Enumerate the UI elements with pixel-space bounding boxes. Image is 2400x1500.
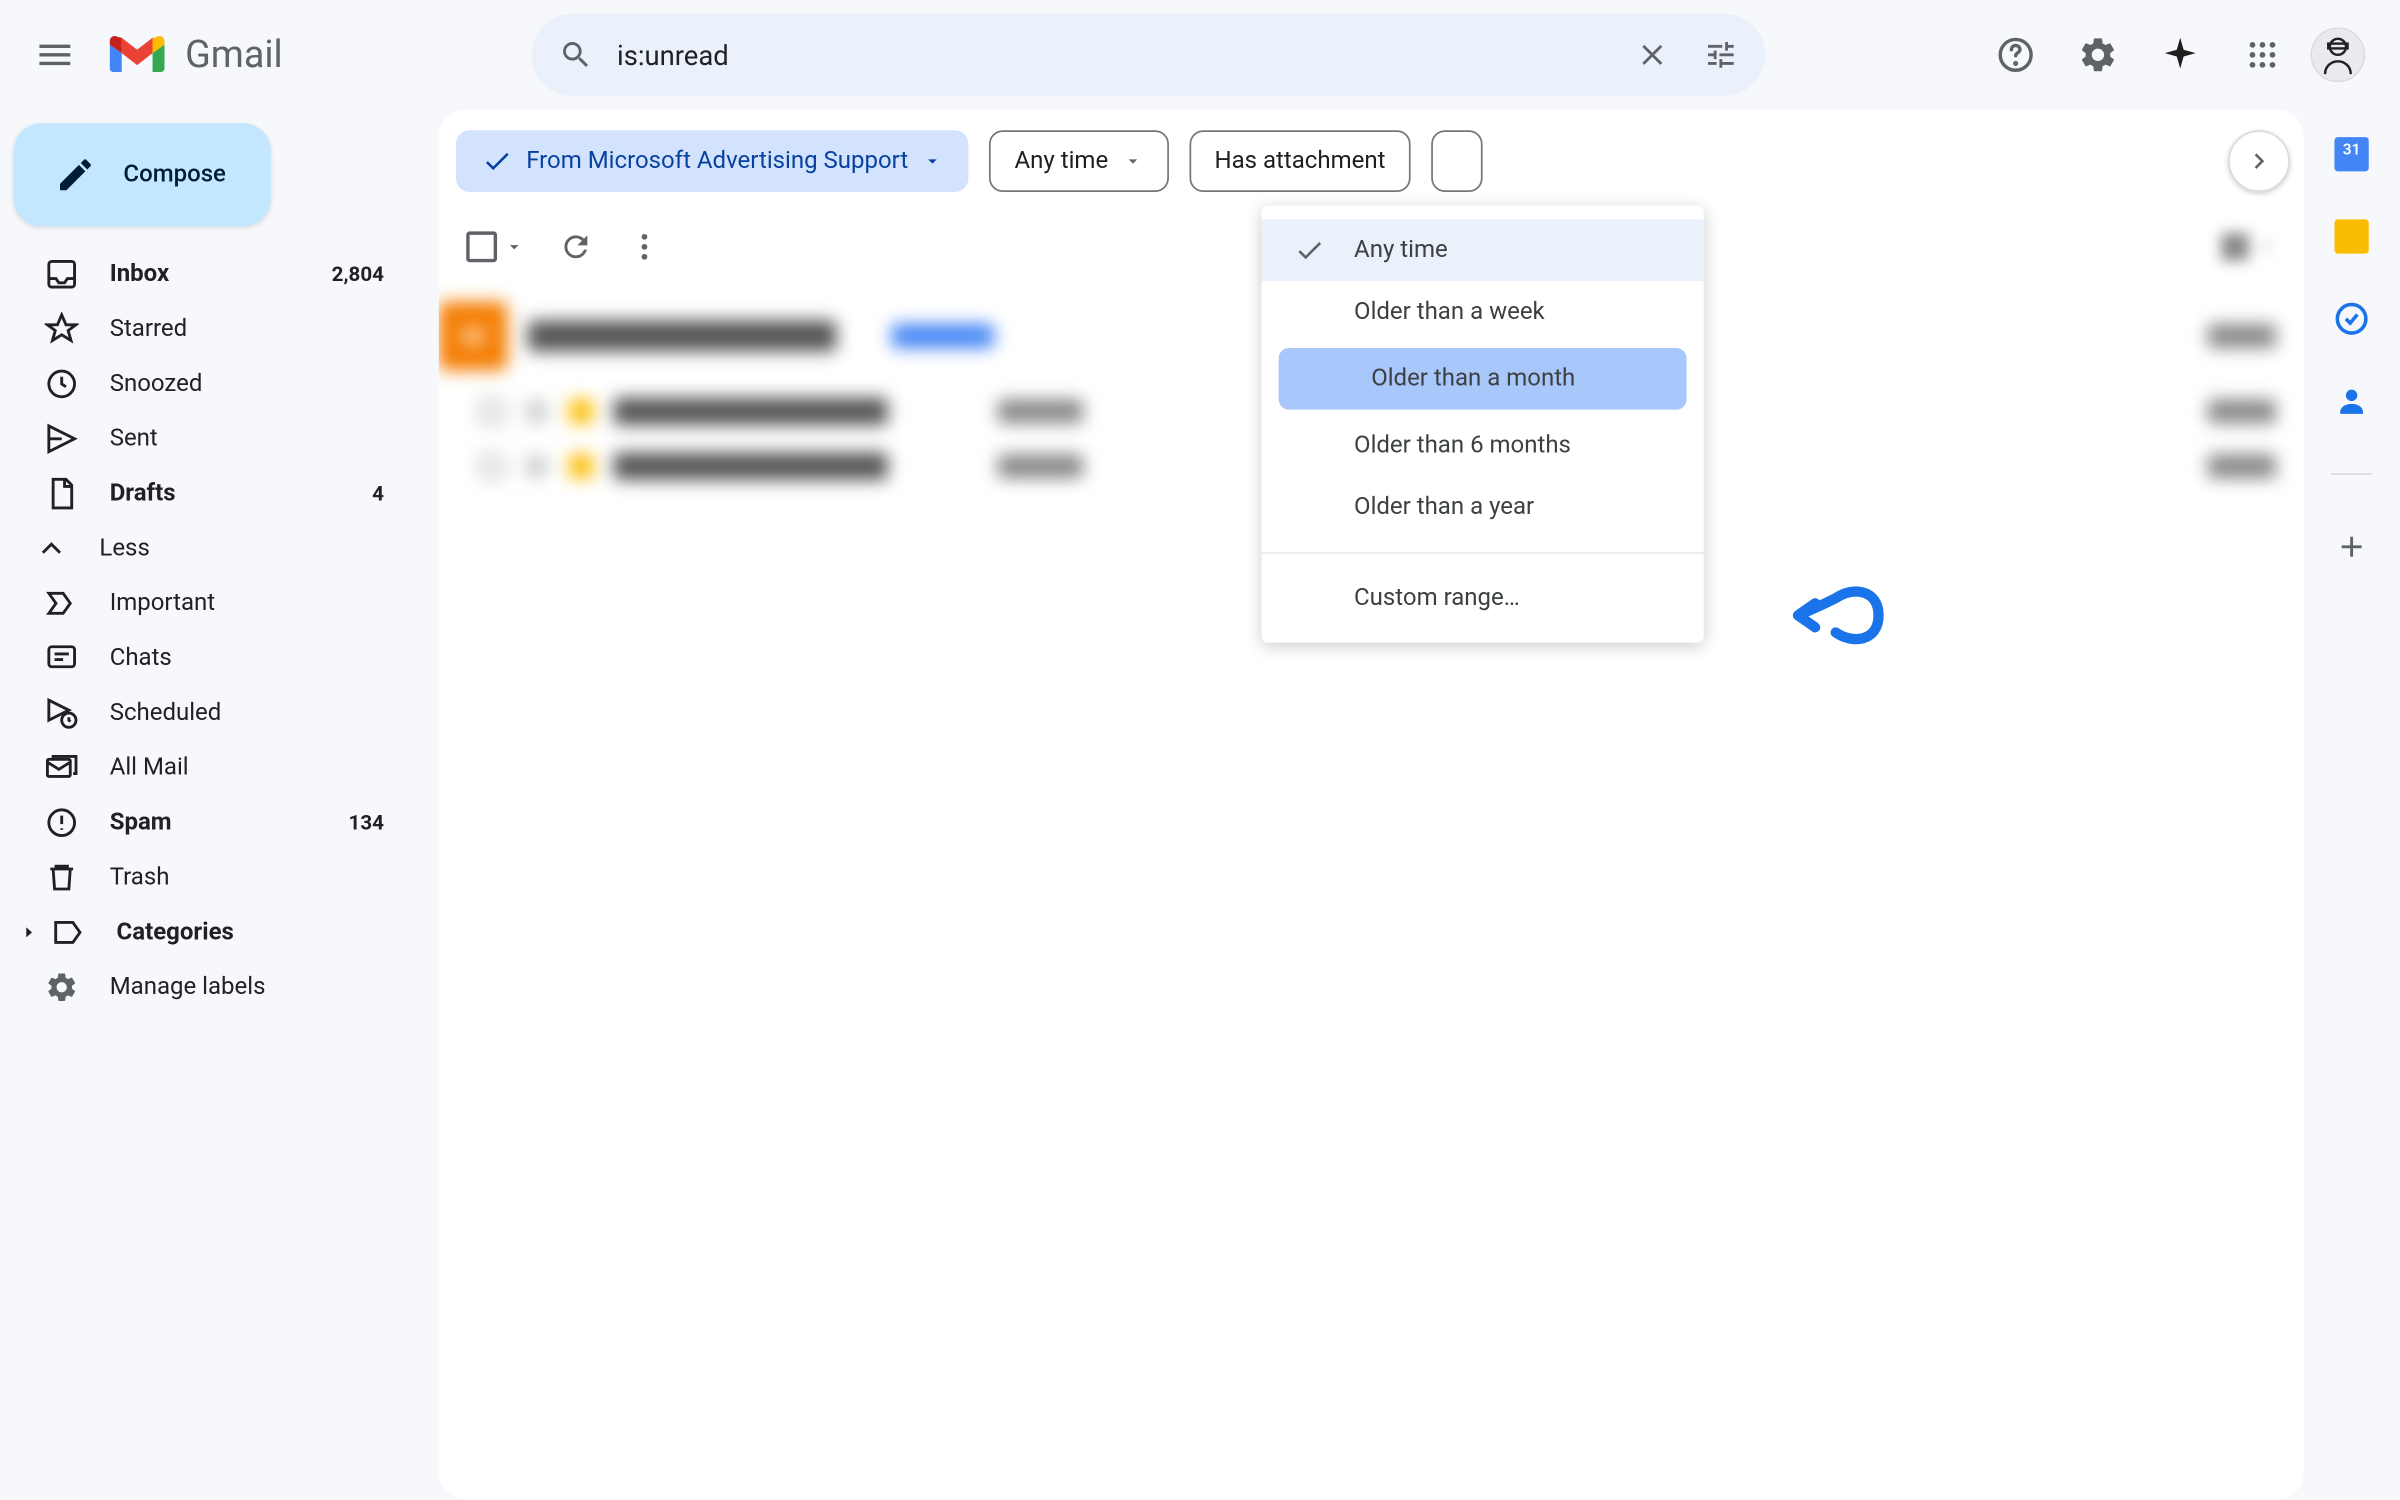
caret-down-icon bbox=[504, 237, 525, 258]
toolbar-right bbox=[2221, 233, 2276, 260]
main-content: From Microsoft Advertising Support Any t… bbox=[439, 110, 2304, 1500]
apps-button[interactable] bbox=[2228, 21, 2297, 90]
chip-from[interactable]: From Microsoft Advertising Support bbox=[456, 130, 968, 192]
dropdown-item-month[interactable]: Older than a month bbox=[1279, 348, 1687, 410]
tune-icon bbox=[1704, 38, 1738, 72]
sidebar-item-chats[interactable]: Chats bbox=[0, 631, 418, 686]
chip-scroll-right[interactable] bbox=[2228, 130, 2290, 192]
search-icon bbox=[559, 38, 593, 72]
search-button[interactable] bbox=[542, 21, 611, 90]
search-bar bbox=[531, 14, 1765, 96]
checkbox-icon bbox=[466, 231, 497, 262]
gmail-m-icon bbox=[110, 34, 165, 75]
dropdown-item-week[interactable]: Older than a week bbox=[1262, 281, 1704, 343]
sidebar-item-allmail[interactable]: All Mail bbox=[0, 740, 418, 795]
sidebar-item-starred[interactable]: Starred bbox=[0, 302, 418, 357]
file-icon bbox=[45, 476, 79, 510]
sidebar-item-snoozed[interactable]: Snoozed bbox=[0, 357, 418, 412]
spam-icon bbox=[45, 806, 79, 840]
dropdown-item-custom[interactable]: Custom range… bbox=[1262, 567, 1704, 629]
contacts-app-icon[interactable] bbox=[2334, 384, 2368, 418]
side-panel bbox=[2304, 110, 2400, 564]
more-button[interactable] bbox=[627, 230, 661, 264]
select-all[interactable] bbox=[466, 231, 524, 262]
check-icon bbox=[1289, 235, 1330, 266]
sidebar-item-categories[interactable]: Categories bbox=[0, 905, 418, 960]
sidebar-item-less[interactable]: Less bbox=[0, 521, 418, 576]
time-filter-dropdown: Any time Older than a week Older than a … bbox=[1262, 206, 1704, 643]
star-icon bbox=[45, 312, 79, 346]
close-icon bbox=[1635, 38, 1669, 72]
add-app-button[interactable] bbox=[2334, 530, 2368, 564]
gear-icon bbox=[2077, 34, 2118, 75]
account-avatar[interactable] bbox=[2310, 27, 2365, 82]
schedule-icon bbox=[45, 696, 79, 730]
support-button[interactable] bbox=[1981, 21, 2050, 90]
tasks-app-icon[interactable] bbox=[2334, 302, 2368, 336]
important-icon bbox=[45, 586, 79, 620]
chevron-up-icon bbox=[34, 531, 68, 565]
trash-icon bbox=[45, 860, 79, 894]
sidebar-item-manage-labels[interactable]: Manage labels bbox=[0, 960, 418, 1015]
compose-label: Compose bbox=[123, 161, 225, 188]
inbox-icon bbox=[45, 257, 79, 291]
calendar-app-icon[interactable] bbox=[2334, 137, 2368, 171]
main-menu-button[interactable] bbox=[14, 14, 96, 96]
rail-separator bbox=[2331, 473, 2372, 475]
gear-small-icon bbox=[45, 970, 79, 1004]
chip-overflow[interactable] bbox=[1432, 130, 1483, 192]
allmail-icon bbox=[45, 751, 79, 785]
sidebar-item-sent[interactable]: Sent bbox=[0, 411, 418, 466]
caret-down-icon bbox=[1122, 151, 1143, 172]
pencil-icon bbox=[55, 154, 96, 195]
dropdown-item-anytime[interactable]: Any time bbox=[1262, 219, 1704, 281]
check-icon bbox=[482, 146, 513, 177]
gmail-logo[interactable]: Gmail bbox=[110, 33, 518, 76]
send-icon bbox=[45, 422, 79, 456]
chip-anytime[interactable]: Any time bbox=[989, 130, 1168, 192]
sidebar-item-inbox[interactable]: Inbox 2,804 bbox=[0, 247, 418, 302]
caret-right-icon bbox=[21, 924, 42, 941]
sidebar-item-spam[interactable]: Spam 134 bbox=[0, 795, 418, 850]
chevron-right-icon bbox=[2244, 146, 2275, 177]
pointer-annotation bbox=[1784, 572, 1887, 658]
sidebar-item-important[interactable]: Important bbox=[0, 576, 418, 631]
apps-grid-icon bbox=[2245, 38, 2279, 72]
sender-avatar: M bbox=[439, 302, 508, 371]
dropdown-item-6months[interactable]: Older than 6 months bbox=[1262, 415, 1704, 477]
label-icon bbox=[51, 915, 85, 949]
hamburger-icon bbox=[34, 34, 75, 75]
pointing-hand-icon bbox=[1784, 572, 1887, 658]
keep-app-icon[interactable] bbox=[2334, 219, 2368, 253]
chat-icon bbox=[45, 641, 79, 675]
help-icon bbox=[1995, 34, 2036, 75]
search-options-button[interactable] bbox=[1687, 21, 1756, 90]
sidebar-item-trash[interactable]: Trash bbox=[0, 850, 418, 905]
sidebar-item-drafts[interactable]: Drafts 4 bbox=[0, 466, 418, 521]
search-clear-button[interactable] bbox=[1618, 21, 1687, 90]
dropdown-item-year[interactable]: Older than a year bbox=[1262, 476, 1704, 538]
clock-icon bbox=[45, 367, 79, 401]
gemini-button[interactable] bbox=[2146, 21, 2215, 90]
refresh-button[interactable] bbox=[559, 230, 593, 264]
avatar-image bbox=[2312, 27, 2363, 82]
gmail-text: Gmail bbox=[185, 33, 283, 76]
search-input[interactable] bbox=[610, 39, 1618, 72]
dropdown-separator bbox=[1262, 552, 1704, 554]
chip-attachment[interactable]: Has attachment bbox=[1189, 130, 1411, 192]
sidebar-item-scheduled[interactable]: Scheduled bbox=[0, 686, 418, 741]
compose-button[interactable]: Compose bbox=[14, 123, 271, 226]
sidebar: Compose Inbox 2,804 Starred Snoozed Sent bbox=[0, 110, 439, 1500]
caret-down-icon bbox=[922, 151, 943, 172]
sparkle-icon bbox=[2160, 34, 2201, 75]
settings-button[interactable] bbox=[2064, 21, 2133, 90]
filter-chips-row: From Microsoft Advertising Support Any t… bbox=[439, 110, 2304, 206]
